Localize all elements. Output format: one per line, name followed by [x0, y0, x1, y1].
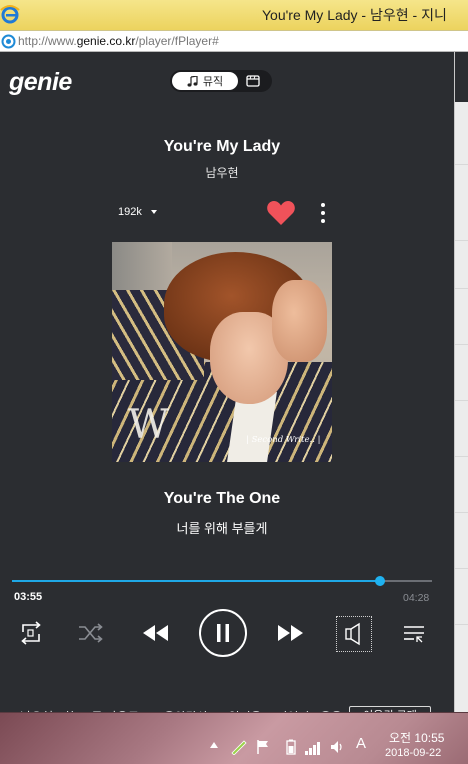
- show-hidden-icons-icon[interactable]: [210, 742, 218, 748]
- side-panel-divider: [455, 512, 468, 513]
- song-title: You're My Lady: [163, 138, 281, 155]
- shuffle-icon[interactable]: [78, 622, 104, 644]
- total-time: 04:28: [403, 592, 430, 604]
- repeat-icon[interactable]: [18, 621, 44, 645]
- chevron-down-icon: [150, 210, 157, 214]
- side-panel-divider: [455, 164, 468, 165]
- side-panel-divider: [455, 400, 468, 401]
- window-title-bar: You're My Lady - 남우현 - 지니: [0, 0, 468, 30]
- side-panel-header: [455, 52, 468, 102]
- progress-bar[interactable]: [12, 576, 432, 586]
- clock-date[interactable]: 2018-09-22: [385, 747, 441, 759]
- progress-fill: [12, 580, 380, 582]
- side-panel-divider: [455, 344, 468, 345]
- quality-selector[interactable]: 192k: [118, 206, 157, 218]
- previous-track-icon[interactable]: [141, 625, 169, 641]
- artist-name[interactable]: 남우현: [0, 164, 444, 181]
- album-art[interactable]: W | Second Write.. |: [112, 242, 332, 462]
- mode-toggle: 뮤직: [170, 70, 272, 92]
- side-panel-edge: [454, 52, 468, 712]
- album-cover-mark: W: [128, 402, 169, 448]
- genie-logo[interactable]: genie: [9, 68, 72, 97]
- pen-icon[interactable]: [230, 739, 248, 755]
- pause-button[interactable]: [199, 609, 247, 657]
- battery-icon[interactable]: [285, 739, 297, 755]
- playlist-icon[interactable]: [403, 625, 425, 643]
- quality-label: 192k: [118, 206, 142, 218]
- music-mode-button[interactable]: 뮤직: [172, 72, 238, 90]
- music-note-icon: [187, 75, 198, 87]
- volume-icon[interactable]: [330, 739, 346, 755]
- video-icon[interactable]: [246, 74, 260, 88]
- flag-icon[interactable]: [256, 739, 270, 755]
- like-heart-icon[interactable]: [266, 199, 296, 227]
- ime-indicator[interactable]: A: [356, 735, 366, 752]
- album-title[interactable]: You're The One: [0, 490, 444, 508]
- volume-button[interactable]: [336, 616, 372, 652]
- windows-taskbar: A 오전 10:55 2018-09-22: [0, 712, 468, 764]
- site-icon: [1, 34, 16, 49]
- window-title: You're My Lady - 남우현 - 지니: [262, 7, 447, 23]
- next-track-icon[interactable]: [277, 625, 305, 641]
- genie-player: genie 뮤직 You're My Lady 남우현 192k W | Sec…: [0, 52, 454, 724]
- clock-time[interactable]: 오전 10:55: [389, 729, 444, 746]
- url-domain: genie.co.kr: [76, 34, 136, 48]
- lyric-line: 너를 위해 부를게: [176, 521, 268, 536]
- album-cover-caption: | Second Write.. |: [246, 435, 321, 445]
- side-panel-divider: [455, 288, 468, 289]
- pause-icon: [217, 624, 229, 642]
- side-panel-divider: [455, 624, 468, 625]
- progress-thumb[interactable]: [374, 576, 385, 586]
- side-panel-divider: [455, 456, 468, 457]
- address-bar[interactable]: http://www.genie.co.kr/player/fPlayer#: [0, 30, 468, 52]
- url-text[interactable]: http://www.genie.co.kr/player/fPlayer#: [18, 34, 219, 48]
- more-options-icon[interactable]: [316, 201, 330, 225]
- internet-explorer-icon: [0, 5, 20, 24]
- side-panel-divider: [455, 568, 468, 569]
- current-time: 03:55: [14, 591, 43, 603]
- signal-icon[interactable]: [304, 739, 322, 755]
- music-mode-label: 뮤직: [202, 76, 224, 88]
- speaker-icon: [345, 622, 360, 646]
- album-art-hand: [272, 280, 327, 362]
- side-panel-divider: [455, 240, 468, 241]
